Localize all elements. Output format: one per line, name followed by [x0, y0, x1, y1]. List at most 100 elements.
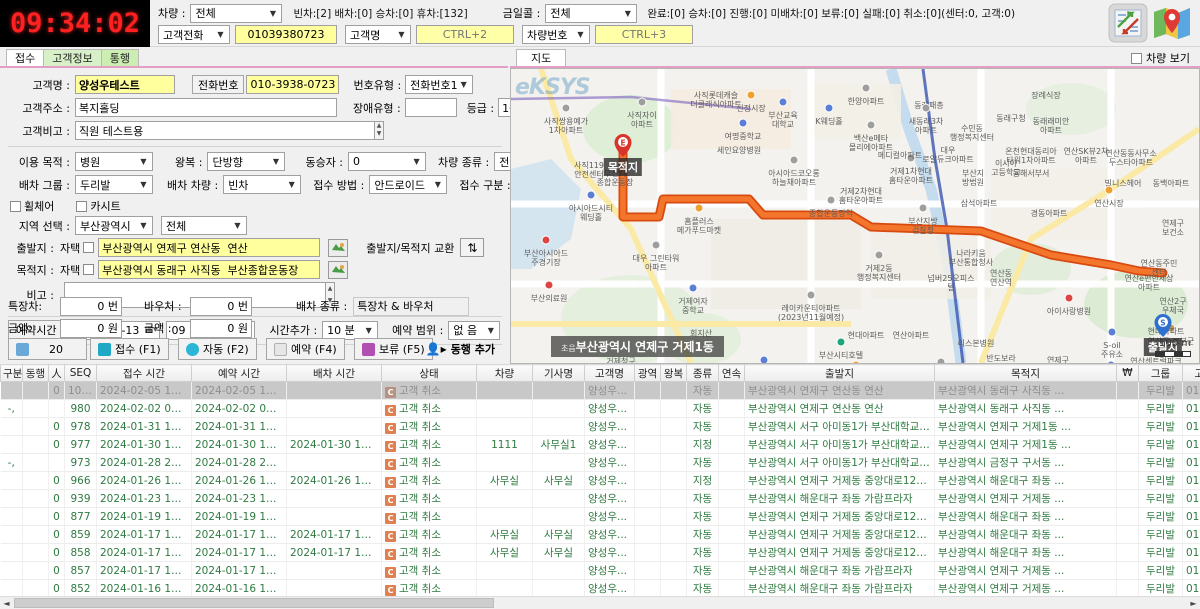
- destination-input[interactable]: [98, 260, 321, 279]
- map-poi-label: 현대아파트: [847, 331, 885, 340]
- table-row[interactable]: -, 980 2024-02-02 09:21 2024-02-02 09:21 C 고객…: [0, 399, 1200, 418]
- transfer-icon[interactable]: [1108, 3, 1148, 43]
- special-car-count-input[interactable]: [60, 296, 122, 316]
- wheelchair-checkbox[interactable]: [10, 200, 21, 212]
- status-badge-icon: C: [385, 459, 396, 470]
- scroll-left-arrow-icon[interactable]: ◄: [0, 597, 13, 609]
- table-column-header[interactable]: SEQ: [64, 364, 97, 382]
- amount-input-1[interactable]: [60, 318, 122, 338]
- customer-address-input[interactable]: [75, 98, 337, 117]
- status-text: 고객 취소: [399, 403, 441, 415]
- companion-select[interactable]: 0 ▼: [348, 152, 427, 171]
- table-cell-seq: 852: [64, 579, 97, 598]
- status-text: 고객 취소: [399, 511, 441, 523]
- table-column-header[interactable]: 왕복: [660, 364, 687, 382]
- table-column-header[interactable]: 목적지: [934, 364, 1117, 382]
- table-row[interactable]: 0 939 2024-01-23 16:56 2024-01-23 16:56 C 고객 …: [0, 489, 1200, 508]
- customer-memo-input[interactable]: [75, 121, 375, 140]
- tab-receipt[interactable]: 접수: [6, 49, 45, 66]
- search-phone-input[interactable]: [235, 25, 337, 44]
- table-column-header[interactable]: 구분: [0, 364, 23, 382]
- table-row[interactable]: -, 973 2024-01-28 23:51 2024-01-28 23:51 C 고객…: [0, 453, 1200, 472]
- tab-traffic[interactable]: 통행: [100, 49, 139, 66]
- destination-map-picker-icon[interactable]: [328, 260, 349, 279]
- disability-type-input[interactable]: [404, 98, 457, 117]
- tab-map[interactable]: 지도: [516, 49, 567, 66]
- scroll-right-arrow-icon[interactable]: ►: [1187, 597, 1200, 609]
- table-row[interactable]: 0 859 2024-01-17 15:41 2024-01-17 15:41 2024…: [0, 525, 1200, 544]
- table-column-header[interactable]: 人: [48, 364, 65, 382]
- search-name-input[interactable]: [416, 25, 514, 44]
- customer-name-input[interactable]: [75, 75, 175, 94]
- phone-input[interactable]: [246, 75, 340, 94]
- table-column-header[interactable]: 기사명: [532, 364, 585, 382]
- add-companion-button[interactable]: 👤▸ 동행 추가: [419, 338, 502, 360]
- vehicle-stats: 빈차:[2] 배차:[0] 승차:[0] 휴차:[132]: [293, 7, 468, 20]
- swap-origin-destination-button[interactable]: ⇅: [460, 238, 485, 257]
- dispatch-group-select[interactable]: 두리발 ▼: [75, 175, 153, 194]
- amount-input-2[interactable]: [190, 318, 252, 338]
- carseat-checkbox[interactable]: [76, 200, 88, 212]
- purpose-select[interactable]: 병원 ▼: [75, 152, 153, 171]
- search-type-1-select[interactable]: 고객전화 ▼: [158, 25, 230, 44]
- table-column-header[interactable]: 고객명: [584, 364, 635, 382]
- table-row[interactable]: 0 1024 2024-02-05 14:45 2024-02-05 14:45 C 고객…: [0, 381, 1200, 400]
- map-poi-label: 새동래3차 아파트: [908, 117, 944, 135]
- dispatch-table-panel[interactable]: 구분 동행 人 SEQ 접수 시간 예약 시간 배차 시간 상태 차량 기사명 고객명 광역 왕복 종류 연…: [0, 364, 1200, 609]
- table-row[interactable]: 0 977 2024-01-30 14:00 2024-01-30 14:00 2024…: [0, 435, 1200, 454]
- origin-home-checkbox[interactable]: [83, 242, 95, 253]
- search-type-3-select[interactable]: 차량번호 ▼: [522, 25, 590, 44]
- table-row[interactable]: 0 858 2024-01-17 15:32 2024-01-17 15:32 2024…: [0, 543, 1200, 562]
- phone-type-label: 번호유형 :: [353, 78, 402, 92]
- table-cell-status: C고객 취소: [381, 579, 477, 598]
- phone-button[interactable]: 전화번호: [192, 75, 245, 94]
- vehicle-view-checkbox-group[interactable]: 차량 보기: [1131, 50, 1190, 66]
- horizontal-scrollbar[interactable]: ◄ ►: [0, 596, 1200, 609]
- roundtrip-select[interactable]: 단방향 ▼: [207, 152, 286, 171]
- dispatch-vehicle-select[interactable]: 빈차 ▼: [223, 175, 302, 194]
- table-column-header[interactable]: 출발지: [744, 364, 935, 382]
- amount-row: 금액: 금액 :: [8, 318, 508, 338]
- table-column-header[interactable]: 동행: [22, 364, 49, 382]
- table-column-header[interactable]: 종류: [686, 364, 719, 382]
- table-row[interactable]: 0 877 2024-01-19 14:32 2024-01-19 14:32 C 고객 …: [0, 507, 1200, 526]
- region-district-select[interactable]: 전체 ▼: [161, 216, 247, 235]
- refresh-count-button[interactable]: 20: [8, 338, 87, 360]
- origin-input[interactable]: [98, 238, 321, 257]
- receipt-method-select[interactable]: 안드로이드 ▼: [369, 175, 448, 194]
- voucher-count-input[interactable]: [190, 296, 252, 316]
- region-city-select[interactable]: 부산광역시 ▼: [75, 216, 153, 235]
- today-call-select[interactable]: 전체 ▼: [545, 3, 638, 23]
- table-column-header[interactable]: 고객전화번호: [1182, 364, 1200, 382]
- map-panel[interactable]: eKSYS 사직119 안전센터 사직쌍용예가 1차아파트 사직자이 아파트 사직롯데…: [510, 68, 1200, 364]
- destination-home-checkbox[interactable]: [83, 264, 95, 275]
- vehicle-view-checkbox[interactable]: [1131, 52, 1143, 64]
- table-row[interactable]: 0 966 2024-01-26 18:07 2024-01-26 18:07 2024…: [0, 471, 1200, 490]
- table-column-header[interactable]: 예약 시간: [191, 364, 287, 382]
- map-icon[interactable]: [1152, 3, 1192, 43]
- table-row[interactable]: 0 978 2024-01-31 14:13 2024-01-31 14:13 C 고객 …: [0, 417, 1200, 436]
- table-column-header[interactable]: ₩: [1116, 364, 1139, 382]
- tab-customer-info[interactable]: 고객정보: [43, 49, 102, 66]
- table-column-header[interactable]: 차량: [476, 364, 533, 382]
- table-column-header[interactable]: 상태: [381, 364, 477, 382]
- table-column-header[interactable]: 연속: [718, 364, 745, 382]
- dispatch-type-label: 배차 종류 :: [296, 300, 348, 313]
- horizontal-scroll-thumb[interactable]: [14, 598, 494, 608]
- table-column-header[interactable]: 광역: [634, 364, 661, 382]
- auto-f2-button[interactable]: 자동 (F2): [178, 338, 257, 360]
- search-carnumber-input[interactable]: [595, 25, 693, 44]
- reserve-f4-button[interactable]: 예약 (F4): [266, 338, 345, 360]
- table-row[interactable]: 0 857 2024-01-17 15:32 2024-01-17 15:32 C 고객 …: [0, 561, 1200, 580]
- search-type-2-select[interactable]: 고객명 ▼: [345, 25, 411, 44]
- phone-type-select[interactable]: 전화번호1 ▼: [405, 75, 474, 94]
- vehicle-filter-select[interactable]: 전체 ▼: [190, 3, 283, 23]
- table-row[interactable]: 0 852 2024-01-16 16:14 2024-01-16 16:14 C 고객 …: [0, 579, 1200, 598]
- origin-map-picker-icon[interactable]: [328, 238, 349, 257]
- receipt-f1-button[interactable]: 접수 (F1): [90, 338, 169, 360]
- table-column-header[interactable]: 배차 시간: [286, 364, 382, 382]
- table-cell-recv: 2024-01-28 23:51: [96, 453, 192, 472]
- memo-spinner[interactable]: ▲ ▼: [375, 121, 384, 140]
- table-column-header[interactable]: 그룹: [1138, 364, 1183, 382]
- table-column-header[interactable]: 접수 시간: [96, 364, 192, 382]
